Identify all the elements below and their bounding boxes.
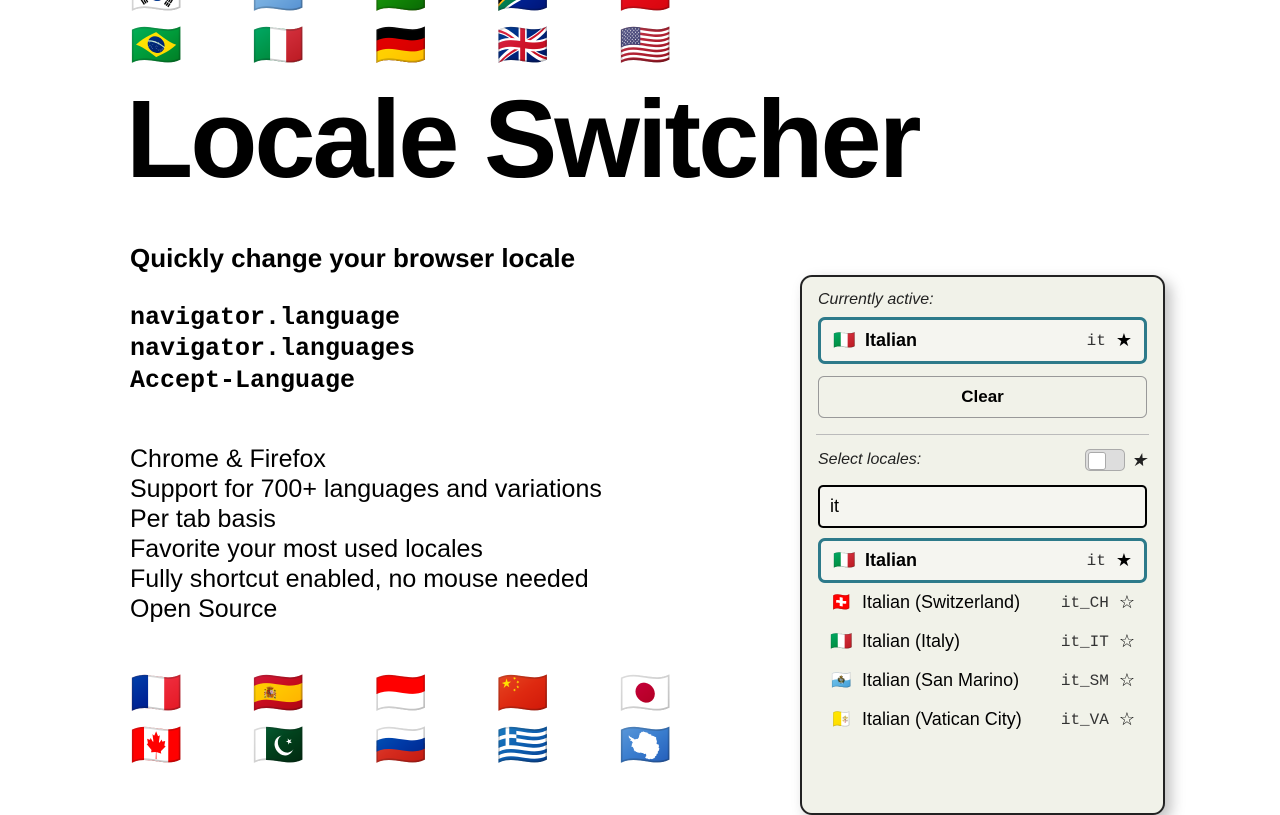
flag-grid-top: 🇰🇷 🇦🇷 🇮🇳 🇿🇦 🇹🇷 🇧🇷 🇮🇹 🇩🇪 🇬🇧 🇺🇸	[130, 0, 750, 66]
flag-icon: 🇬🇷	[497, 724, 549, 766]
locale-switcher-panel: Currently active: 🇮🇹 Italian it ★ Clear …	[800, 275, 1165, 815]
flag-icon: 🇨🇦	[130, 724, 182, 766]
star-icon: ★	[1131, 450, 1147, 471]
flag-icon: 🇺🇸	[619, 24, 671, 66]
clear-button[interactable]: Clear	[818, 376, 1147, 418]
flag-icon: 🇦🇷	[252, 0, 304, 14]
flag-icon: 🇮🇹	[833, 330, 855, 351]
flag-row: 🇰🇷 🇦🇷 🇮🇳 🇿🇦 🇹🇷	[130, 0, 750, 14]
locale-code: it_VA	[1061, 711, 1109, 729]
locale-name: Italian (Vatican City)	[862, 709, 1051, 730]
feature-line: Open Source	[130, 594, 750, 624]
locale-name: Italian	[865, 330, 1077, 351]
flag-icon: 🇦🇶	[619, 724, 671, 766]
flag-icon: 🇿🇦	[497, 0, 549, 14]
flag-row: 🇨🇦 🇵🇰 🇷🇺 🇬🇷 🇦🇶	[130, 724, 750, 766]
flag-icon: 🇵🇰	[252, 724, 304, 766]
star-icon[interactable]: ☆	[1119, 592, 1135, 613]
code-line: Accept-Language	[130, 365, 750, 396]
flag-icon: 🇮🇹	[830, 631, 852, 652]
locale-result-item[interactable]: 🇸🇲 Italian (San Marino) it_SM ☆	[818, 661, 1147, 700]
hero-section: 🇰🇷🇦🇷🇮🇳🇿🇦🇹🇷 🇧🇷🇮🇹🇩🇪🇬🇧🇺🇸 Locale Switcher Qu…	[130, 0, 750, 776]
feature-line: Fully shortcut enabled, no mouse needed	[130, 564, 750, 594]
locale-name: Italian	[865, 550, 1077, 571]
label-text: Select locales:	[818, 451, 921, 469]
locale-code: it_CH	[1061, 594, 1109, 612]
locale-code: it_SM	[1061, 672, 1109, 690]
locale-result-item[interactable]: 🇨🇭 Italian (Switzerland) it_CH ☆	[818, 583, 1147, 622]
select-locales-label: Select locales: ★	[818, 449, 1147, 471]
code-line: navigator.language	[130, 302, 750, 333]
feature-line: Support for 700+ languages and variation…	[130, 474, 750, 504]
locale-code: it	[1087, 552, 1106, 570]
star-icon[interactable]: ☆	[1119, 631, 1135, 652]
code-line: navigator.languages	[130, 333, 750, 364]
locale-result-item[interactable]: 🇮🇹 Italian it ★	[818, 538, 1147, 583]
tagline: Quickly change your browser locale	[130, 243, 750, 274]
flag-row: 🇧🇷 🇮🇹 🇩🇪 🇬🇧 🇺🇸	[130, 24, 750, 66]
locale-search-input[interactable]	[818, 485, 1147, 528]
flag-icon: 🇸🇲	[830, 670, 852, 691]
feature-line: Favorite your most used locales	[130, 534, 750, 564]
locale-results: 🇮🇹 Italian it ★ 🇨🇭 Italian (Switzerland)…	[818, 538, 1147, 739]
locale-name: Italian (Switzerland)	[862, 592, 1051, 613]
flag-icon: 🇹🇷	[619, 0, 671, 14]
locale-name: Italian (Italy)	[862, 631, 1051, 652]
flag-icon: 🇫🇷	[130, 672, 182, 714]
code-block: navigator.languagenavigator.languagesAcc…	[130, 302, 750, 396]
divider	[816, 434, 1149, 435]
locale-name: Italian (San Marino)	[862, 670, 1051, 691]
locale-result-item[interactable]: 🇮🇹 Italian (Italy) it_IT ☆	[818, 622, 1147, 661]
currently-active-label: Currently active:	[818, 291, 1147, 309]
flag-icon: 🇩🇪	[375, 24, 427, 66]
flag-icon: 🇨🇭	[830, 592, 852, 613]
star-icon[interactable]: ★	[1116, 550, 1132, 571]
flag-icon: 🇧🇷	[130, 24, 182, 66]
flag-icon: 🇨🇳	[497, 672, 549, 714]
page-title: Locale Switcher	[126, 76, 750, 203]
feature-list: Chrome & FirefoxSupport for 700+ languag…	[130, 444, 750, 624]
locale-code: it_IT	[1061, 633, 1109, 651]
favorites-toggle[interactable]	[1085, 449, 1125, 471]
flag-icon: 🇮🇹	[252, 24, 304, 66]
flag-icon: 🇯🇵	[619, 672, 671, 714]
locale-code: it	[1087, 332, 1106, 350]
flag-icon: 🇰🇷	[130, 0, 182, 14]
star-icon[interactable]: ☆	[1119, 709, 1135, 730]
feature-line: Per tab basis	[130, 504, 750, 534]
flag-row: 🇫🇷 🇪🇸 🇮🇩 🇨🇳 🇯🇵	[130, 672, 750, 714]
locale-result-item[interactable]: 🇻🇦 Italian (Vatican City) it_VA ☆	[818, 700, 1147, 739]
flag-icon: 🇪🇸	[252, 672, 304, 714]
flag-grid-bottom: 🇫🇷 🇪🇸 🇮🇩 🇨🇳 🇯🇵 🇨🇦 🇵🇰 🇷🇺 🇬🇷 🇦🇶	[130, 672, 750, 766]
flag-icon: 🇮🇳	[375, 0, 427, 14]
active-locale-item[interactable]: 🇮🇹 Italian it ★	[818, 317, 1147, 364]
feature-line: Chrome & Firefox	[130, 444, 750, 474]
label-text: Currently active:	[818, 291, 934, 309]
flag-icon: 🇻🇦	[830, 709, 852, 730]
flag-icon: 🇮🇹	[833, 550, 855, 571]
star-icon[interactable]: ★	[1116, 330, 1132, 351]
flag-icon: 🇷🇺	[375, 724, 427, 766]
star-icon[interactable]: ☆	[1119, 670, 1135, 691]
favorites-toggle-wrap: ★	[1085, 449, 1147, 471]
flag-icon: 🇬🇧	[497, 24, 549, 66]
flag-icon: 🇮🇩	[375, 672, 427, 714]
